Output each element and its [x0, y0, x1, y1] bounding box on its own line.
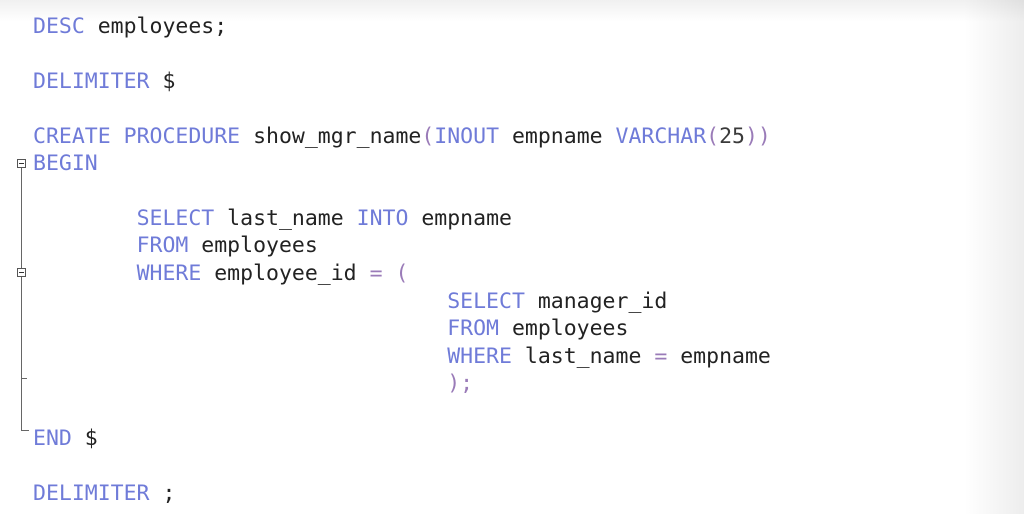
code-text: last_name — [214, 206, 357, 231]
keyword: PROCEDURE — [123, 124, 241, 149]
paren: ); — [447, 371, 474, 396]
code-line-7[interactable]: WHERE employee_id = ( — [33, 260, 409, 287]
code-line-4[interactable]: BEGIN — [33, 150, 98, 177]
fold-toggle-subquery-icon[interactable] — [17, 268, 26, 277]
operator: = — [654, 344, 668, 369]
code-line-13[interactable]: DELIMITER ; — [33, 480, 175, 507]
code-text: employees — [499, 316, 629, 341]
fold-end-tick — [21, 430, 29, 431]
code-line-6[interactable]: FROM employees — [33, 232, 318, 259]
code-text: $ — [71, 426, 98, 451]
paren: ( — [395, 261, 409, 286]
keyword: BEGIN — [33, 151, 98, 176]
code-line-3[interactable]: CREATE PROCEDURE show_mgr_name(INOUT emp… — [33, 123, 771, 150]
code-line-1[interactable]: DESC employees; — [33, 13, 227, 40]
code-line-12[interactable]: END $ — [33, 425, 98, 452]
fold-subquery-end-tick — [21, 378, 27, 379]
code-line-9[interactable]: FROM employees — [33, 315, 628, 342]
keyword: DELIMITER — [33, 69, 150, 94]
keyword: SELECT — [447, 289, 525, 314]
code-line-8[interactable]: SELECT manager_id — [33, 288, 667, 315]
code-text: manager_id — [524, 289, 668, 314]
right-shadow — [964, 0, 1024, 514]
code-text: $ — [149, 69, 176, 94]
keyword: INTO — [356, 206, 409, 231]
keyword: WHERE — [136, 261, 202, 286]
code-line-2[interactable]: DELIMITER $ — [33, 68, 175, 95]
keyword: VARCHAR — [615, 124, 707, 149]
code-text: ; — [149, 481, 176, 506]
keyword: WHERE — [447, 344, 512, 369]
code-text: last_name — [511, 344, 655, 369]
paren: ( — [706, 124, 720, 149]
fold-guide-line — [21, 168, 22, 430]
code-line-10[interactable]: WHERE last_name = empname — [33, 343, 771, 370]
keyword: DESC — [33, 14, 85, 39]
operator: = — [369, 261, 383, 286]
code-line-5[interactable]: SELECT last_name INTO empname — [33, 205, 512, 232]
code-editor[interactable]: DESC employees; DELIMITER $ CREATE PROCE… — [0, 0, 1024, 514]
keyword: INOUT — [434, 124, 500, 149]
keyword: FROM — [447, 316, 499, 341]
code-line-11[interactable]: ); — [33, 370, 473, 397]
code-text: empname — [408, 206, 512, 231]
code-text: employees — [188, 233, 318, 258]
code-text: empname — [667, 344, 771, 369]
code-text: empname — [499, 124, 616, 149]
keyword: DELIMITER — [33, 481, 150, 506]
number-literal: 25 — [719, 124, 745, 149]
procedure-name: show_mgr_name — [240, 124, 422, 149]
keyword: FROM — [136, 233, 189, 258]
fold-toggle-begin-icon[interactable] — [17, 159, 26, 168]
keyword: CREATE — [33, 124, 111, 149]
paren: ( — [421, 124, 435, 149]
paren: )) — [744, 124, 771, 149]
code-text: employees; — [84, 14, 228, 39]
keyword: END — [33, 426, 72, 451]
code-text: employee_id — [201, 261, 370, 286]
keyword: SELECT — [136, 206, 215, 231]
